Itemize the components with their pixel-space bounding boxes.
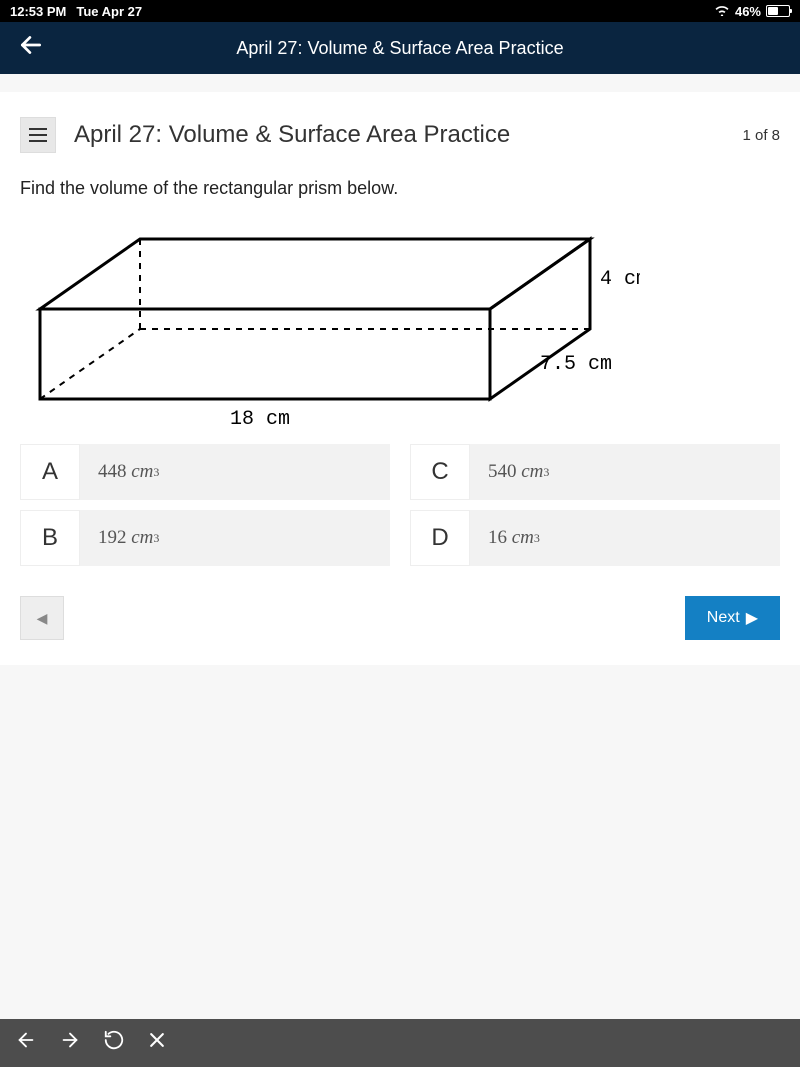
page-title: April 27: Volume & Surface Area Practice xyxy=(74,121,742,149)
back-arrow-icon[interactable] xyxy=(18,32,44,65)
status-time: 12:53 PM xyxy=(10,4,66,19)
battery-icon xyxy=(766,5,790,17)
nav-title: April 27: Volume & Surface Area Practice xyxy=(236,38,563,59)
answer-text-d: 16 cm3 xyxy=(470,510,780,566)
answer-letter-b: B xyxy=(20,510,80,566)
answer-letter-a: A xyxy=(20,444,80,500)
dim-depth: 7.5 cm xyxy=(540,353,612,376)
nav-forward-icon[interactable] xyxy=(59,1029,81,1057)
answer-letter-c: C xyxy=(410,444,470,500)
answer-c[interactable]: C 540 cm3 xyxy=(410,444,780,500)
status-date: Tue Apr 27 xyxy=(76,4,142,19)
answer-b[interactable]: B 192 cm3 xyxy=(20,510,390,566)
answer-text-a: 448 cm3 xyxy=(80,444,390,500)
next-arrow-icon: ▶ xyxy=(746,608,758,628)
answer-text-b: 192 cm3 xyxy=(80,510,390,566)
answer-letter-d: D xyxy=(410,510,470,566)
app-nav-bar: April 27: Volume & Surface Area Practice xyxy=(0,22,800,74)
question-prompt: Find the volume of the rectangular prism… xyxy=(0,168,800,219)
battery-percent: 46% xyxy=(735,4,761,19)
status-bar: 12:53 PM Tue Apr 27 46% xyxy=(0,0,800,22)
prev-button[interactable]: ◀ xyxy=(20,596,64,640)
browser-toolbar xyxy=(0,1019,800,1067)
answer-d[interactable]: D 16 cm3 xyxy=(410,510,780,566)
nav-back-icon[interactable] xyxy=(15,1029,37,1057)
reload-icon[interactable] xyxy=(103,1029,125,1057)
prism-diagram: 4 cm 7.5 cm 18 cm xyxy=(0,219,800,439)
dim-height: 4 cm xyxy=(600,268,640,291)
dim-length: 18 cm xyxy=(230,408,290,429)
answer-text-c: 540 cm3 xyxy=(470,444,780,500)
wifi-icon xyxy=(714,4,730,19)
answer-a[interactable]: A 448 cm3 xyxy=(20,444,390,500)
close-icon[interactable] xyxy=(147,1030,167,1056)
answer-grid: A 448 cm3 C 540 cm3 B 192 cm3 D 16 cm3 xyxy=(0,439,800,571)
next-button[interactable]: Next ▶ xyxy=(685,596,780,640)
page-counter: 1 of 8 xyxy=(742,127,780,144)
menu-button[interactable] xyxy=(20,117,56,153)
